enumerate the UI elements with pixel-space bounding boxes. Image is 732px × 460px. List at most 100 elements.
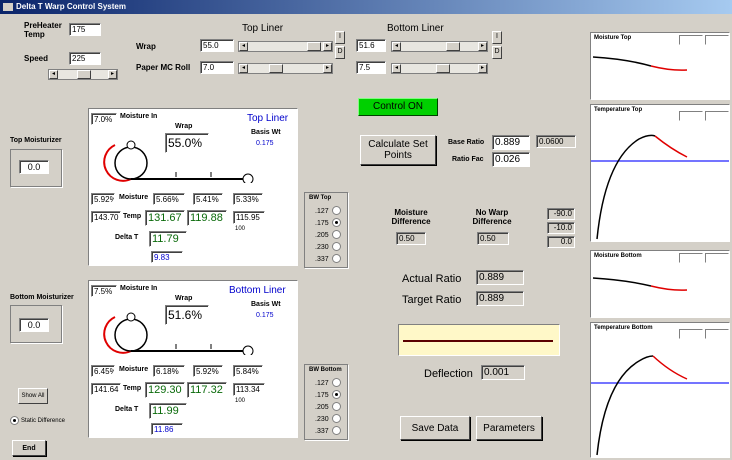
target-ratio-field: 0.889 [476, 291, 524, 306]
window-title: Delta T Warp Control System [16, 2, 126, 11]
top-temp-2: 119.88 [187, 210, 227, 226]
actual-ratio-label: Actual Ratio [402, 273, 462, 285]
moisture-top-chart: Moisture Top [590, 32, 730, 100]
temperature-top-chart: Temperature Top [590, 104, 730, 242]
actual-ratio-field: 0.889 [476, 270, 524, 285]
title-bar: Delta T Warp Control System [0, 0, 732, 14]
bottom-temp-label: Temp [123, 385, 142, 392]
bottom-liner-heading: Bottom Liner [387, 23, 444, 34]
static-difference-label: Static Difference [21, 418, 65, 425]
top-wrap-input[interactable]: 55.0 [200, 39, 234, 52]
bottom-wrap-scrollbar[interactable]: ◂ ▸ [391, 41, 488, 52]
top-moisture-label: Moisture [119, 194, 149, 201]
top-temp-3: 115.95 [233, 211, 265, 224]
speed-input[interactable]: 225 [69, 52, 101, 65]
bw-top-option-label: .175 [315, 220, 329, 227]
bw-top-option[interactable]: .337 [315, 254, 341, 266]
bw-bottom-option[interactable]: .175 [315, 390, 341, 402]
top-paper-input[interactable]: 7.0 [200, 61, 234, 74]
bottom-wrap-input[interactable]: 51.6 [356, 39, 386, 52]
bw-top-radio[interactable] [331, 230, 341, 240]
bottom-temp-1: 129.30 [145, 382, 185, 398]
bw-top-option[interactable]: .175 [315, 218, 341, 230]
ratio-fac-label: Ratio Fac [452, 156, 484, 163]
bw-bottom-radio[interactable] [331, 390, 341, 400]
bw-bottom-option-label: .337 [315, 428, 329, 435]
end-button[interactable]: End [12, 440, 46, 456]
bw-bottom-option[interactable]: .205 [315, 402, 341, 414]
bottom-moisture-label: Moisture [119, 366, 149, 373]
moisture-difference-label: Moisture Difference [391, 208, 431, 226]
bw-bottom-option-label: .175 [315, 392, 329, 399]
bottom-roll-diagram [103, 312, 254, 355]
bottom-d-button[interactable]: D [492, 46, 502, 59]
temperature-bottom-plot [591, 355, 729, 456]
top-moisture-left: 5.92% [91, 193, 115, 205]
preheater-input[interactable]: 175 [69, 23, 101, 36]
deflection-indicator [398, 324, 560, 356]
top-delta-value: 11.79 [149, 231, 187, 247]
speed-scrollbar[interactable]: ◂ ▸ [48, 69, 118, 80]
bottom-i-button[interactable]: I [492, 31, 502, 44]
bw-bottom-option-label: .230 [315, 416, 329, 423]
bw-bottom-option[interactable]: .337 [315, 426, 341, 438]
bw-bottom-group: BW Bottom .127 .175 .205 .230 .337 [304, 364, 348, 440]
base-ratio-extra-field: 0.0600 [536, 135, 576, 148]
bw-top-radio[interactable] [331, 206, 341, 216]
bw-bottom-option-label: .205 [315, 404, 329, 411]
temperature-top-plot [591, 134, 729, 240]
bottom-moisture-1: 6.18% [153, 365, 185, 377]
bottom-temp-2: 117.32 [187, 382, 227, 398]
no-warp-difference-field: 0.50 [477, 232, 509, 245]
bw-top-option[interactable]: .205 [315, 230, 341, 242]
bw-top-radio[interactable] [331, 242, 341, 252]
control-on-button[interactable]: Control ON [358, 98, 438, 116]
bw-bottom-options: .127 .175 .205 .230 .337 [315, 378, 341, 438]
bottom-moisture-left: 6.45% [91, 365, 115, 377]
parameters-button[interactable]: Parameters [476, 416, 542, 440]
top-temp-sub: 100 [235, 226, 246, 232]
bw-top-option-label: .337 [315, 256, 329, 263]
top-temp-1: 131.67 [145, 210, 185, 226]
bw-top-option[interactable]: .127 [315, 206, 341, 218]
bw-bottom-radio[interactable] [331, 414, 341, 424]
bottom-moisturizer-field[interactable]: 0.0 [19, 318, 49, 332]
top-paper-scrollbar[interactable]: ◂ ▸ [238, 63, 333, 74]
bottom-delta-sub: 11.86 [151, 423, 183, 435]
top-i-button[interactable]: I [335, 31, 345, 44]
side-value-1: -90.0 [547, 208, 575, 220]
bw-top-group: BW Top .127 .175 .205 .230 .337 [304, 192, 348, 268]
no-warp-difference-label: No Warp Difference [472, 208, 512, 226]
top-wrap-scrollbar[interactable]: ◂ ▸ [238, 41, 333, 52]
bw-top-option-label: .127 [315, 208, 329, 215]
bw-top-option-label: .230 [315, 244, 329, 251]
top-delta-label: Delta T [115, 234, 139, 241]
moisture-difference-field: 0.50 [396, 232, 426, 245]
static-difference-option[interactable]: Static Difference [10, 416, 65, 425]
bottom-paper-scrollbar[interactable]: ◂ ▸ [391, 63, 488, 74]
calculate-set-points-button[interactable]: Calculate Set Points [360, 135, 436, 165]
bw-top-radio[interactable] [331, 254, 341, 264]
top-moisturizer-field[interactable]: 0.0 [19, 160, 49, 174]
bw-top-radio[interactable] [331, 218, 341, 228]
ratio-fac-field: 0.026 [492, 152, 530, 167]
top-liner-heading: Top Liner [242, 23, 284, 34]
bw-top-title: BW Top [309, 195, 332, 201]
static-difference-radio[interactable] [10, 416, 19, 425]
bw-bottom-radio[interactable] [331, 402, 341, 412]
save-data-button[interactable]: Save Data [400, 416, 470, 440]
paper-mc-label: Paper MC Roll [136, 63, 191, 72]
bottom-paper-input[interactable]: 7.5 [356, 61, 386, 74]
bw-bottom-radio[interactable] [331, 378, 341, 388]
bottom-moisture-2: 5.92% [193, 365, 223, 377]
show-all-button[interactable]: Show All [18, 388, 48, 404]
base-ratio-field: 0.889 [492, 135, 530, 150]
bw-bottom-radio[interactable] [331, 426, 341, 436]
speed-label: Speed [24, 54, 49, 63]
bw-bottom-option[interactable]: .230 [315, 414, 341, 426]
moisture-bottom-plot [592, 277, 688, 291]
bw-bottom-option[interactable]: .127 [315, 378, 341, 390]
top-moisturizer-label: Top Moisturizer [10, 137, 62, 144]
top-d-button[interactable]: D [335, 46, 345, 59]
bw-top-option[interactable]: .230 [315, 242, 341, 254]
